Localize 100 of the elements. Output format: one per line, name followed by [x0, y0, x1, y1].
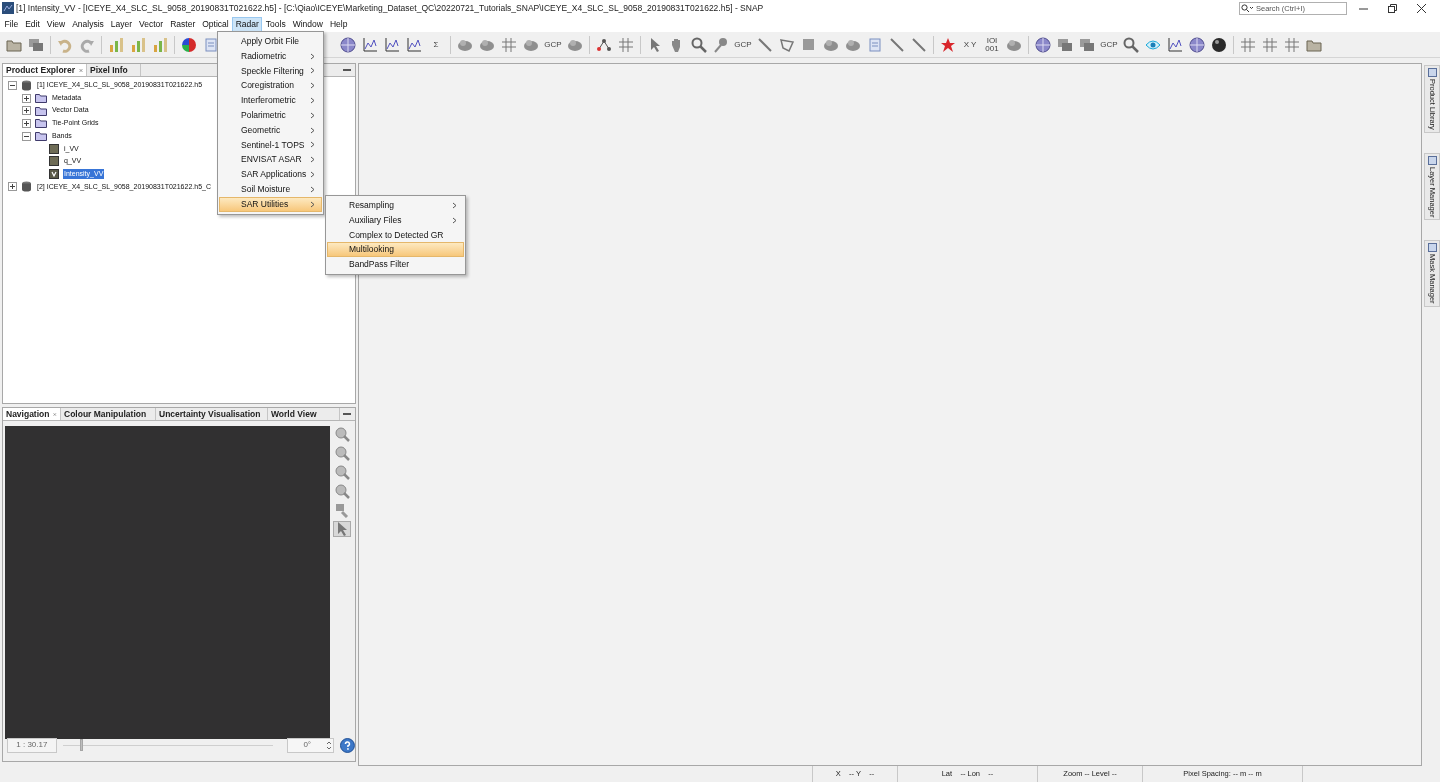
menu-item[interactable]: Radiometric [219, 48, 322, 64]
search-icon [1241, 3, 1253, 13]
magnifier-icon [691, 36, 707, 53]
restore-window-icon[interactable] [1388, 3, 1397, 13]
menu-item[interactable]: BandPass Filter [327, 257, 464, 272]
menu-item[interactable]: SAR Utilities [219, 196, 322, 212]
panel-icon [1427, 68, 1437, 77]
tab-label: Pixel Info [90, 63, 128, 77]
layers-icon [28, 36, 44, 53]
menu-item[interactable]: Speckle Filtering [219, 63, 322, 79]
menu-bar-item[interactable]: Raster [166, 16, 199, 32]
toolbar-button[interactable]: GCP [1098, 34, 1120, 55]
menu-item[interactable]: Sentinel-1 TOPS [219, 137, 322, 153]
tab-label: Colour Manipulation [64, 407, 147, 421]
menu-item[interactable]: Soil Moisture [219, 181, 322, 197]
panel-tab[interactable]: World View [268, 408, 340, 420]
grid-icon [1240, 36, 1256, 53]
expand-icon[interactable] [22, 118, 31, 128]
color-wheel-icon [181, 36, 197, 53]
chart-icon [362, 36, 378, 53]
menu-item[interactable]: Polarimetric [219, 108, 322, 123]
tab-label: Navigation [6, 407, 50, 421]
menu-item[interactable]: ENVISAT ASAR [219, 152, 322, 168]
panel-tab[interactable]: Pixel Info [87, 64, 141, 76]
grid-icon [501, 36, 517, 53]
magnifier-icon [334, 464, 350, 480]
toolbar-button[interactable]: Σ [425, 34, 447, 55]
tab-label: Uncertainty Visualisation [159, 407, 261, 421]
menu-item[interactable]: Multilooking [327, 242, 464, 258]
globe-icon [340, 36, 356, 53]
menu-bar-item[interactable]: File [1, 16, 22, 32]
collapse-icon[interactable] [8, 80, 17, 90]
star-icon [940, 36, 956, 53]
slider-thumb[interactable] [79, 739, 83, 751]
line-icon [889, 36, 905, 53]
toolbar-button[interactable]: IOI 001 [981, 34, 1003, 55]
menu-bar-item[interactable]: Optical [198, 16, 233, 32]
expand-icon[interactable] [22, 106, 31, 116]
expand-icon[interactable] [22, 93, 31, 103]
menu-item[interactable]: Apply Orbit File [219, 34, 322, 49]
menu-bar-item[interactable]: View [43, 16, 69, 32]
slider-track[interactable] [62, 737, 274, 753]
database-icon [21, 181, 32, 193]
navigation-tool-button[interactable] [333, 426, 351, 442]
band-icon [49, 156, 59, 167]
database-icon [21, 79, 32, 91]
toolbar-button[interactable]: X Y [959, 34, 981, 55]
close-icon[interactable] [1417, 3, 1426, 13]
globe-icon [1189, 36, 1205, 53]
layers-icon [1057, 36, 1073, 53]
panel-tab[interactable]: Product Explorer [3, 64, 87, 76]
window-title: [1] Intensity_VV - [ICEYE_X4_SLC_SL_9058_20190831T021622.h5] - [C:\Qiao\ICEYE\Marketing_Dataset_QC\20220721_Tutorials_SNAP\ICEYE_X4_SLC_SL_9058_20190831T021622.h5] - SNAP [16, 1, 764, 15]
magnifier-icon [334, 445, 350, 461]
menu-bar-item[interactable]: Help [326, 16, 351, 32]
expand-icon[interactable] [8, 182, 17, 192]
help-icon[interactable] [340, 737, 355, 753]
menu-bar-item[interactable]: Radar [232, 16, 263, 32]
chart-icon [1167, 36, 1183, 53]
navigation-tool-button[interactable] [333, 445, 351, 461]
folder-icon [35, 131, 47, 142]
folder-icon [35, 118, 47, 129]
menu-bar-item[interactable]: Edit [21, 16, 44, 32]
graph-icon [596, 36, 612, 53]
magnifier-icon [334, 483, 350, 499]
folder-icon [35, 105, 47, 116]
panel-tab[interactable]: Uncertainty Visualisation [156, 408, 268, 420]
menu-item[interactable]: Geometric [219, 122, 322, 138]
grid-icon [1262, 36, 1278, 53]
polygon-icon [779, 36, 795, 53]
menu-bar-item[interactable]: Tools [262, 16, 290, 32]
menu-item[interactable]: SAR Applications [219, 167, 322, 182]
navigation-tool-button[interactable] [333, 464, 351, 480]
panel-tab[interactable]: Navigation [3, 408, 61, 420]
menu-item[interactable]: Interferometric [219, 93, 322, 108]
collapse-icon[interactable] [22, 131, 31, 141]
app-icon [2, 2, 14, 14]
navigation-tool-button[interactable] [333, 521, 351, 537]
magnifier-icon [334, 426, 350, 442]
navigation-tool-button[interactable] [333, 483, 351, 499]
menu-item[interactable]: Auxiliary Files [327, 212, 464, 228]
toolbar-button[interactable]: GCP [732, 34, 754, 55]
menu-item[interactable]: Coregistration [219, 78, 322, 94]
folder-icon [35, 93, 47, 104]
menu-bar-item[interactable]: Vector [135, 16, 167, 32]
menu-item[interactable]: Complex to Detected GR [327, 227, 464, 243]
tab-label: World View [271, 407, 317, 421]
menu-item[interactable]: Resampling [327, 198, 464, 213]
line-icon [757, 36, 773, 53]
globe-icon [1035, 36, 1051, 53]
magnifier-icon [1123, 36, 1139, 53]
spinner-arrows-icon [326, 739, 333, 751]
bars-icon [108, 36, 124, 53]
menu-bar-item[interactable]: Analysis [68, 16, 108, 32]
toolbar-button[interactable]: GCP [542, 34, 564, 55]
panel-tab[interactable]: Colour Manipulation [61, 408, 156, 420]
virtual-band-icon [49, 169, 59, 180]
menu-bar-item[interactable]: Window [289, 16, 327, 32]
menu-bar-item[interactable]: Layer [107, 16, 136, 32]
bars-icon [152, 36, 168, 53]
chart-icon [384, 36, 400, 53]
